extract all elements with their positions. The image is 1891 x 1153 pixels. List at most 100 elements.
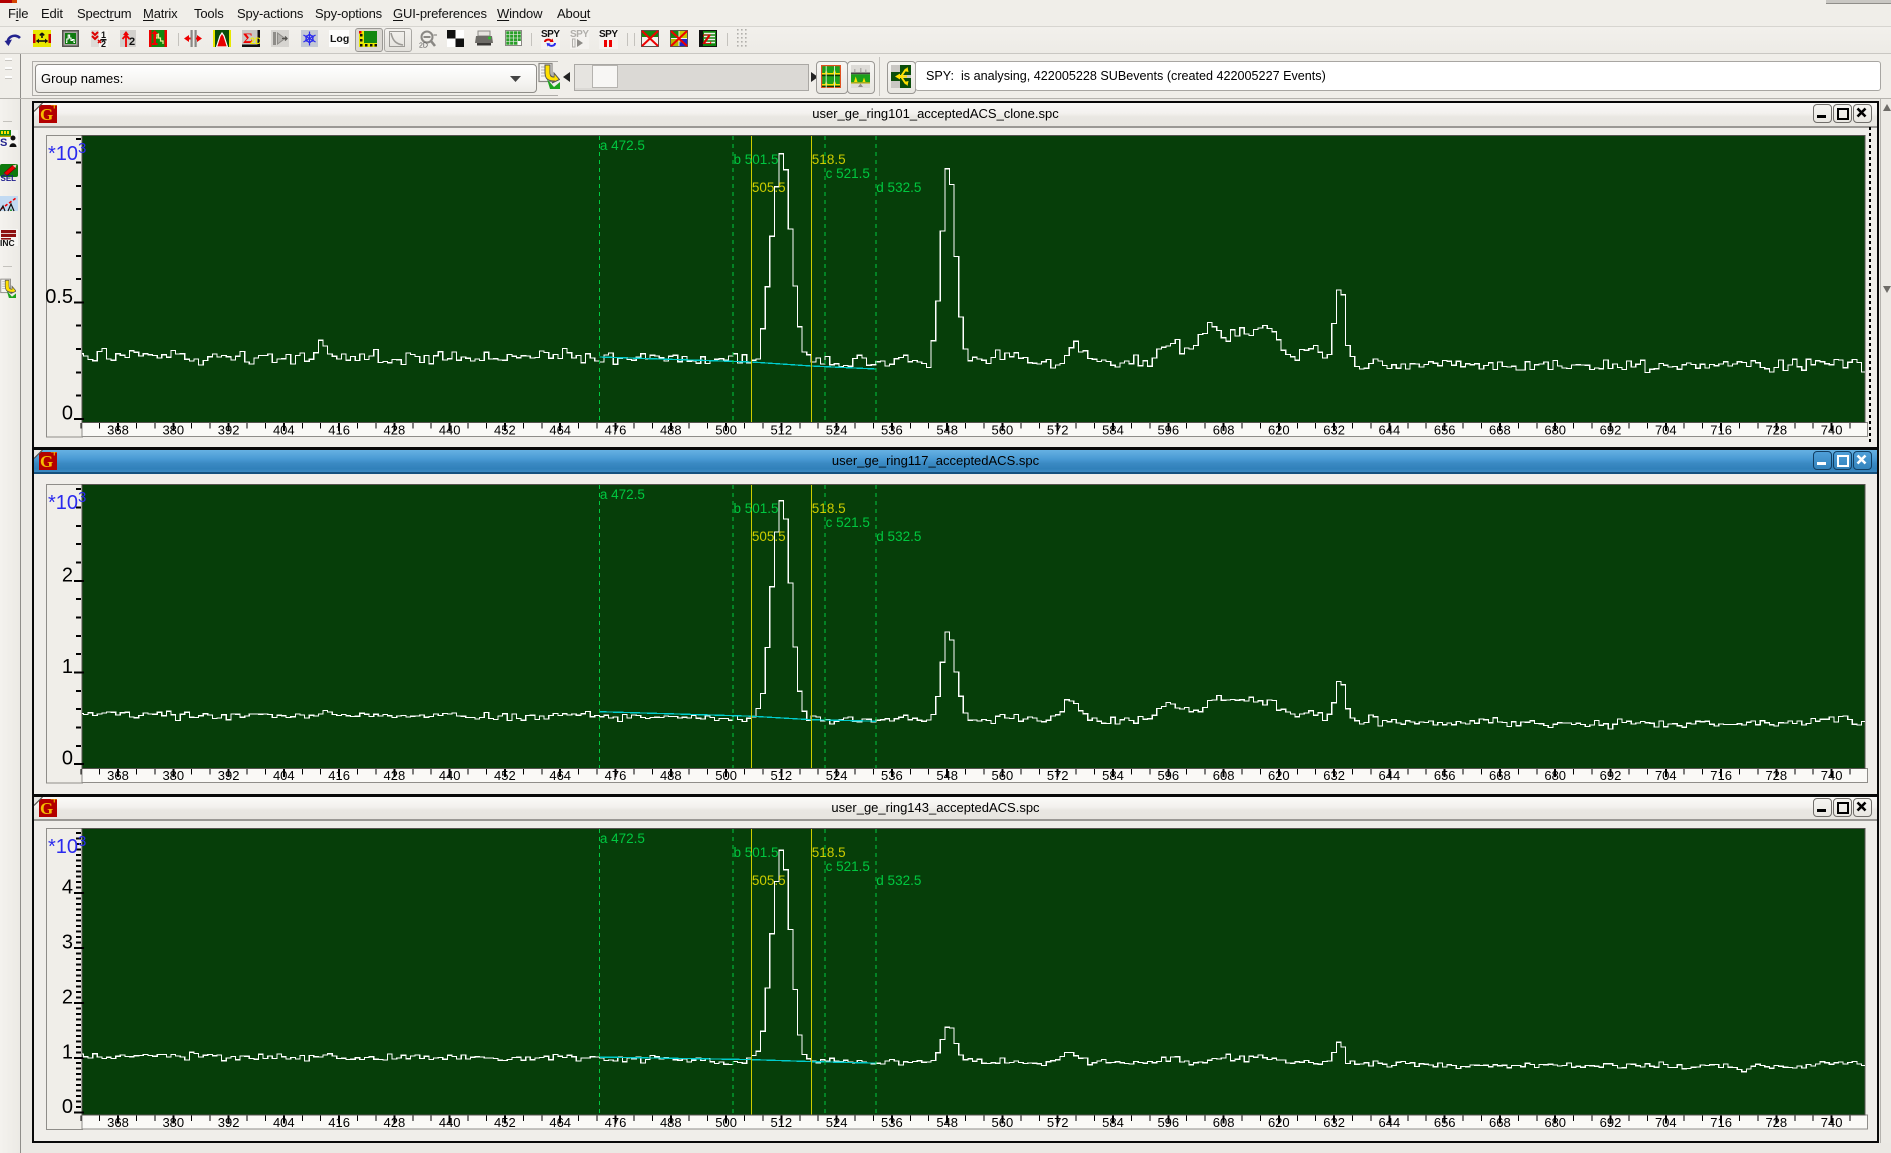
svg-text:656: 656	[1434, 768, 1456, 783]
svg-text:476: 476	[605, 422, 627, 437]
svg-text:692: 692	[1600, 1115, 1622, 1130]
svg-text:Log: Log	[330, 33, 349, 45]
svg-text:548: 548	[936, 1115, 958, 1130]
svg-text:380: 380	[162, 768, 184, 783]
svg-text:740: 740	[1821, 422, 1843, 437]
svg-text:716: 716	[1710, 422, 1732, 437]
svg-text:368: 368	[107, 1115, 129, 1130]
svg-text:560: 560	[992, 768, 1014, 783]
svg-text:728: 728	[1765, 768, 1787, 783]
svg-text:S: S	[0, 137, 7, 147]
svg-text:0.5: 0.5	[46, 285, 73, 307]
svg-text:SPY: SPY	[570, 29, 589, 40]
svg-text:c 521.5: c 521.5	[826, 166, 870, 181]
svg-text:476: 476	[605, 768, 627, 783]
svg-text:c 521.5: c 521.5	[826, 515, 870, 530]
svg-text:b 501.5: b 501.5	[734, 845, 779, 860]
svg-text:Z: Z	[702, 32, 712, 47]
svg-text:548: 548	[936, 422, 958, 437]
svg-text:476: 476	[605, 1115, 627, 1130]
svg-text:428: 428	[384, 422, 406, 437]
svg-text:644: 644	[1379, 422, 1401, 437]
svg-text:488: 488	[660, 1115, 682, 1130]
svg-text:728: 728	[1765, 1115, 1787, 1130]
svg-text:4: 4	[62, 877, 73, 899]
svg-text:632: 632	[1323, 768, 1345, 783]
svg-text:404: 404	[273, 1115, 295, 1130]
svg-text:380: 380	[162, 1115, 184, 1130]
svg-text:524: 524	[826, 422, 848, 437]
svg-text:2D: 2D	[250, 36, 260, 46]
svg-text:404: 404	[273, 768, 295, 783]
svg-text:392: 392	[218, 768, 240, 783]
svg-text:728: 728	[1765, 422, 1787, 437]
svg-text:440: 440	[439, 1115, 461, 1130]
svg-text:536: 536	[881, 1115, 903, 1130]
svg-text:452: 452	[494, 1115, 516, 1130]
svg-text:518.5: 518.5	[812, 501, 846, 516]
svg-text:632: 632	[1323, 422, 1345, 437]
svg-text:428: 428	[384, 768, 406, 783]
svg-text:2: 2	[101, 39, 106, 47]
svg-text:d 532.5: d 532.5	[876, 180, 921, 195]
svg-text:452: 452	[494, 422, 516, 437]
svg-text:512: 512	[770, 422, 792, 437]
svg-text:716: 716	[1710, 768, 1732, 783]
svg-text:668: 668	[1489, 1115, 1511, 1130]
svg-text:SPY: SPY	[541, 29, 560, 40]
svg-text:428: 428	[384, 1115, 406, 1130]
svg-text:584: 584	[1102, 422, 1124, 437]
svg-text:INC: INC	[0, 238, 15, 246]
svg-text:0: 0	[62, 747, 73, 769]
svg-text:2D: 2D	[419, 43, 428, 49]
svg-text:536: 536	[881, 768, 903, 783]
svg-text:620: 620	[1268, 422, 1290, 437]
svg-text:392: 392	[218, 422, 240, 437]
svg-text:1: 1	[62, 1042, 73, 1064]
svg-text:500: 500	[715, 422, 737, 437]
svg-text:536: 536	[881, 422, 903, 437]
svg-text:404: 404	[273, 422, 295, 437]
svg-text:680: 680	[1544, 422, 1566, 437]
svg-text:416: 416	[328, 422, 350, 437]
svg-text:505.5: 505.5	[752, 873, 786, 888]
svg-text:2: 2	[62, 987, 73, 1009]
svg-text:656: 656	[1434, 422, 1456, 437]
svg-text:668: 668	[1489, 422, 1511, 437]
svg-text:680: 680	[1544, 768, 1566, 783]
svg-text:596: 596	[1157, 422, 1179, 437]
svg-text:b 501.5: b 501.5	[734, 152, 779, 167]
svg-text:692: 692	[1600, 768, 1622, 783]
svg-text:524: 524	[826, 768, 848, 783]
svg-text:380: 380	[162, 422, 184, 437]
svg-text:505.5: 505.5	[752, 529, 786, 544]
svg-text:692: 692	[1600, 422, 1622, 437]
svg-text:560: 560	[992, 1115, 1014, 1130]
svg-text:656: 656	[1434, 1115, 1456, 1130]
svg-text:704: 704	[1655, 1115, 1677, 1130]
svg-text:620: 620	[1268, 768, 1290, 783]
svg-text:596: 596	[1157, 768, 1179, 783]
svg-text:488: 488	[660, 768, 682, 783]
svg-text:d 532.5: d 532.5	[876, 873, 921, 888]
svg-text:c 521.5: c 521.5	[826, 859, 870, 874]
svg-text:512: 512	[770, 768, 792, 783]
svg-text:500: 500	[715, 1115, 737, 1130]
svg-text:1: 1	[62, 656, 73, 678]
svg-text:b 501.5: b 501.5	[734, 501, 779, 516]
svg-text:368: 368	[107, 422, 129, 437]
svg-text:368: 368	[107, 768, 129, 783]
svg-text:512: 512	[770, 1115, 792, 1130]
svg-text:a 472.5: a 472.5	[600, 138, 645, 153]
svg-text:SEL: SEL	[1, 174, 17, 181]
svg-text:a 472.5: a 472.5	[600, 831, 645, 846]
svg-text:608: 608	[1213, 1115, 1235, 1130]
svg-text:392: 392	[218, 1115, 240, 1130]
svg-text:572: 572	[1047, 422, 1069, 437]
svg-text:740: 740	[1821, 768, 1843, 783]
svg-text:584: 584	[1102, 768, 1124, 783]
svg-text:452: 452	[494, 768, 516, 783]
svg-text:0: 0	[62, 1096, 73, 1118]
svg-text:518.5: 518.5	[812, 152, 846, 167]
svg-text:a 472.5: a 472.5	[600, 487, 645, 502]
